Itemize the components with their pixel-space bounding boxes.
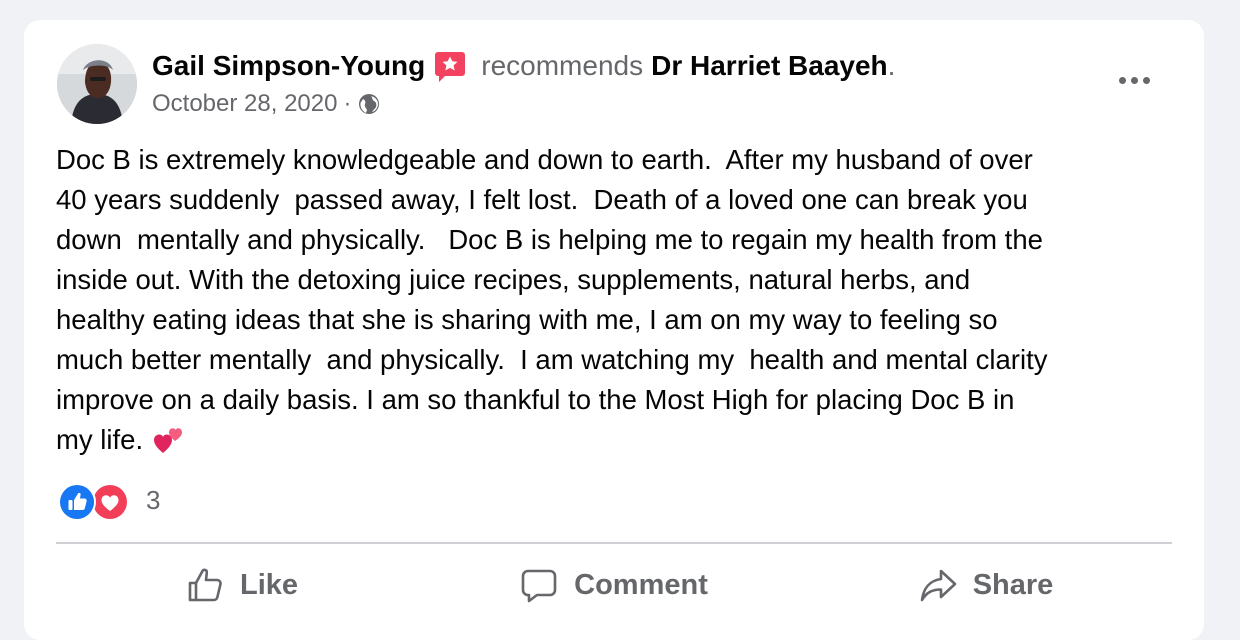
post-text-line: Doc B is extremely knowledgeable and dow…: [56, 144, 1033, 175]
avatar-image: [57, 44, 137, 124]
post-body: Doc B is extremely knowledgeable and dow…: [56, 140, 1186, 460]
share-button[interactable]: Share: [800, 550, 1172, 620]
more-dot: [1142, 76, 1150, 84]
like-reaction-icon: [58, 483, 96, 521]
globe-icon: [357, 92, 381, 116]
more-dot: [1118, 76, 1126, 84]
share-label: Share: [972, 568, 1054, 601]
post-meta: October 28, 2020 ·: [152, 88, 381, 120]
comment-button[interactable]: Comment: [428, 550, 800, 620]
share-arrow-icon: [920, 569, 956, 602]
recommended-page-name[interactable]: Dr Harriet Baayeh: [651, 50, 888, 82]
author-avatar[interactable]: [57, 44, 137, 124]
post-text-line: healthy eating ideas that she is sharing…: [56, 304, 998, 335]
post-text-line: down mentally and physically. Doc B is h…: [56, 224, 1043, 255]
date-separator: ·: [343, 90, 352, 117]
thumbs-up-icon: [188, 568, 222, 602]
post-text-last-line: my life.: [56, 420, 1186, 460]
post-text-line: 40 years suddenly passed away, I felt lo…: [56, 184, 1028, 215]
review-post-card: Gail Simpson-Young recommends Dr Harriet…: [24, 20, 1204, 640]
reaction-icons: [58, 480, 129, 521]
post-header-line: Gail Simpson-Young recommends Dr Harriet…: [152, 46, 895, 86]
like-label: Like: [239, 568, 299, 601]
recommends-text: recommends: [481, 50, 644, 81]
like-button[interactable]: Like: [56, 550, 428, 620]
love-reaction-icon: [91, 483, 129, 521]
post-actions-bar: Like Comment Share: [56, 550, 1172, 620]
recommendation-star-icon: [433, 49, 467, 83]
post-date[interactable]: October 28, 2020: [152, 90, 337, 118]
post-text-line: my life.: [56, 424, 151, 455]
header-period: .: [887, 50, 896, 81]
comment-icon: [521, 569, 557, 603]
action-divider: [56, 542, 1172, 544]
reaction-count[interactable]: 3: [146, 485, 160, 516]
post-text-line: improve on a daily basis. I am so thankf…: [56, 384, 1015, 415]
post-text-line: much better mentally and physically. I a…: [56, 344, 1048, 375]
more-dot: [1130, 76, 1138, 84]
two-hearts-emoji: [153, 425, 187, 455]
more-options-icon[interactable]: [1114, 68, 1154, 92]
reactions-summary[interactable]: 3: [58, 480, 160, 521]
post-text-line: inside out. With the detoxing juice reci…: [56, 264, 971, 295]
comment-label: Comment: [574, 568, 708, 601]
author-name[interactable]: Gail Simpson-Young: [152, 50, 425, 82]
